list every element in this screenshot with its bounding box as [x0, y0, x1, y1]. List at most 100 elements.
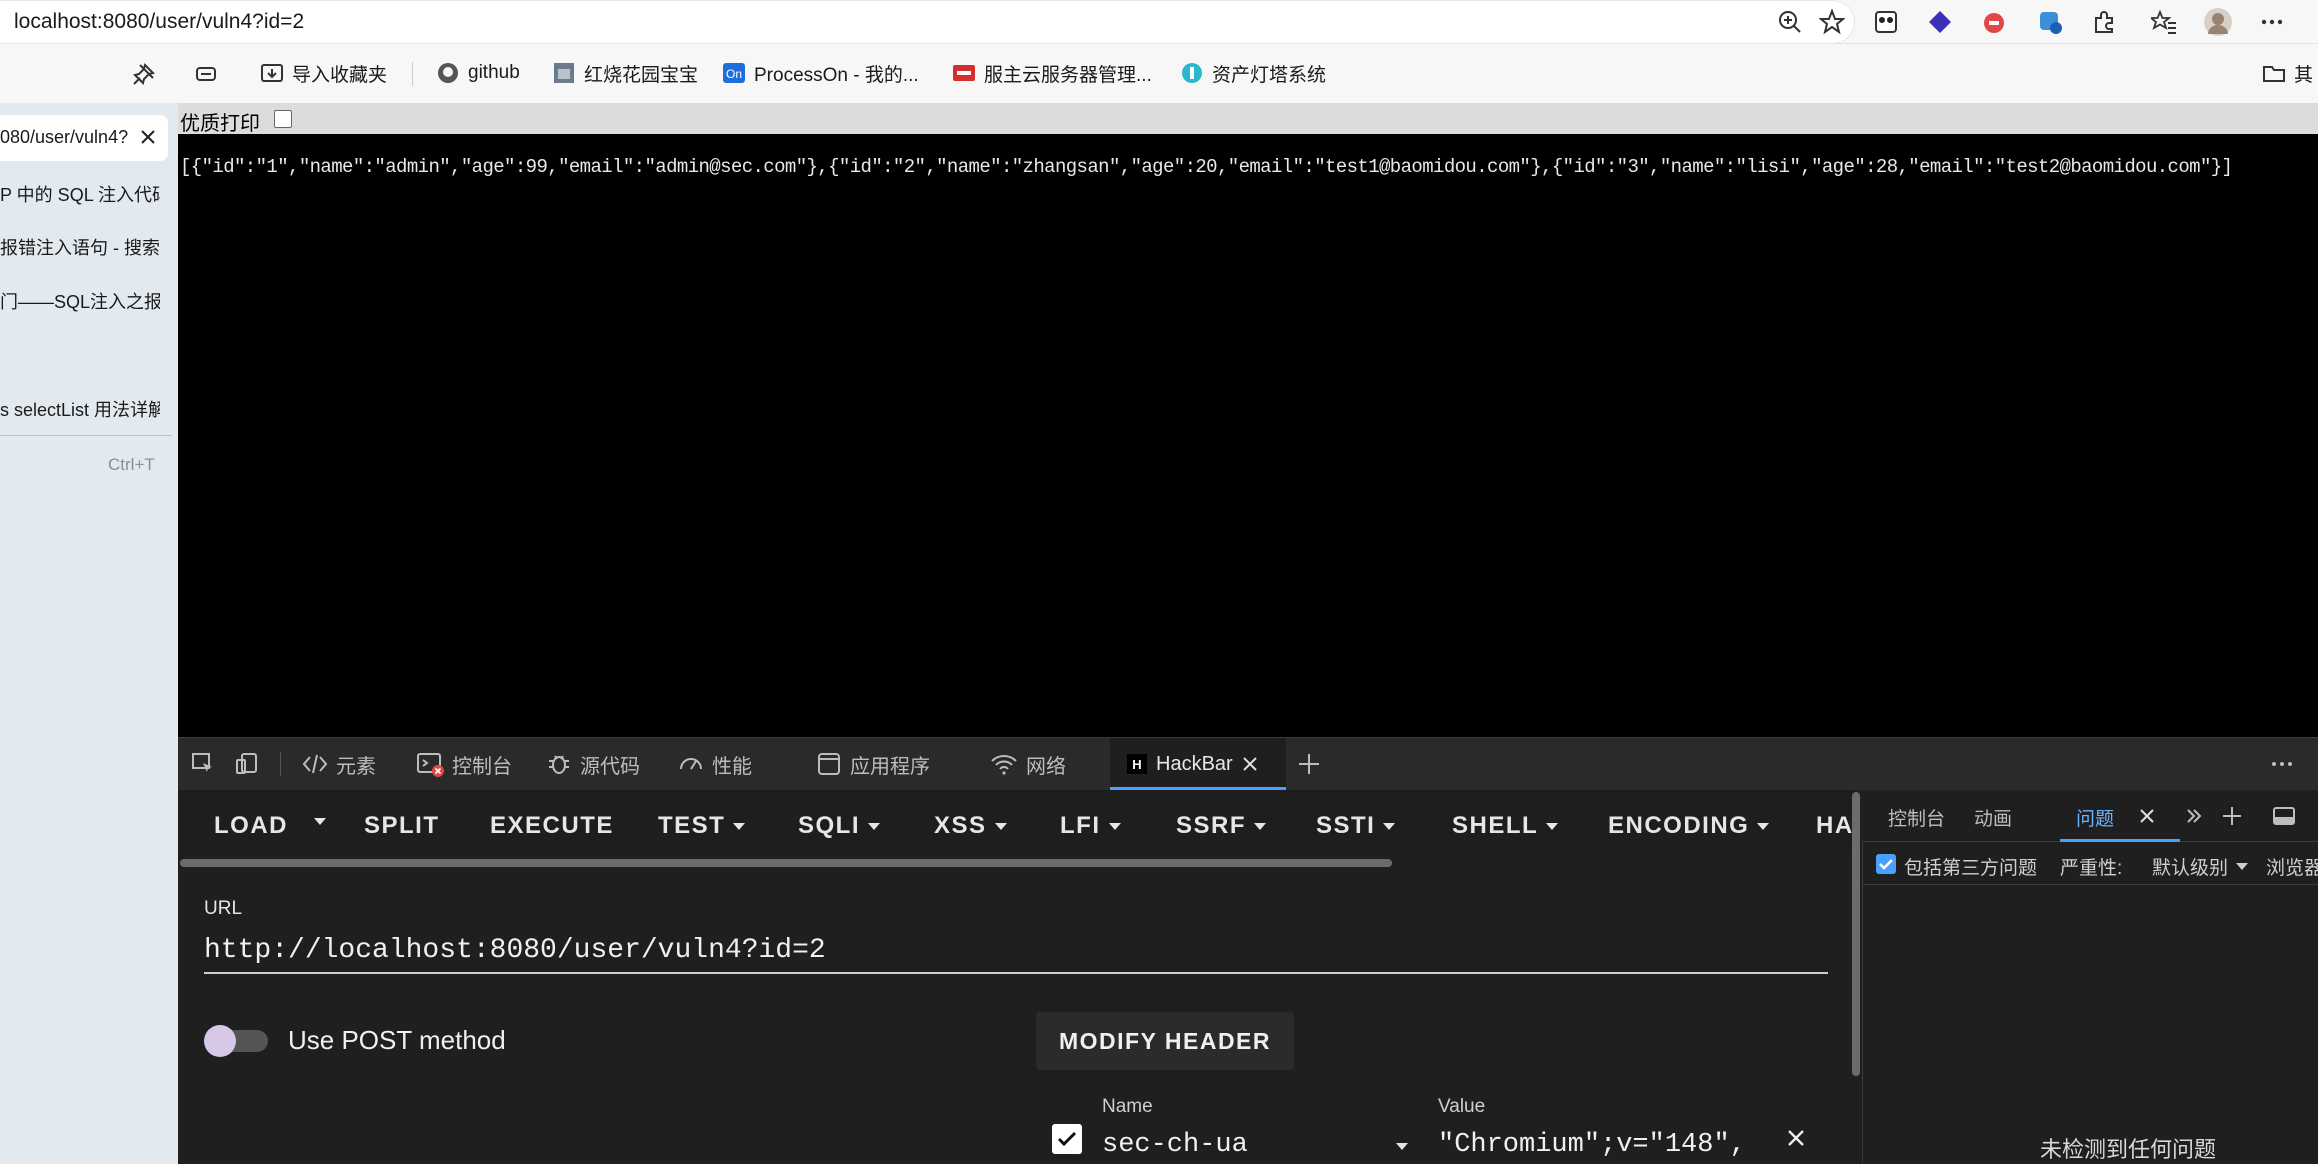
extension-badge-icon[interactable]	[2034, 6, 2066, 38]
horizontal-scrollbar[interactable]	[180, 859, 1392, 867]
zoom-icon[interactable]	[1774, 6, 1806, 38]
favorites-list-icon[interactable]	[2148, 6, 2180, 38]
ssti-menu[interactable]: SSTI	[1316, 812, 1396, 840]
tab-performance[interactable]: 性能	[678, 738, 752, 790]
favorite-star-icon[interactable]	[1816, 6, 1848, 38]
browser-filter-label[interactable]: 浏览器	[2266, 853, 2318, 880]
shell-menu[interactable]: SHELL	[1452, 812, 1559, 840]
pretty-print-checkbox[interactable]	[274, 110, 292, 128]
tab-network[interactable]: 网络	[990, 738, 1066, 790]
bookmark-label: 服主云服务器管理...	[984, 64, 1152, 86]
close-issues-tab-icon[interactable]	[2138, 807, 2156, 825]
tab-selectlist-usage[interactable]: s selectList 用法详解	[0, 396, 160, 422]
issues-filter-bar: 包括第三方问题 严重性: 默认级别 浏览器	[1862, 843, 2318, 885]
hash-menu[interactable]: HA	[1816, 812, 1854, 840]
load-button[interactable]: LOAD	[214, 812, 288, 840]
modify-header-button[interactable]: MODIFY HEADER	[1036, 1012, 1294, 1070]
menu-label: SPLIT	[364, 812, 440, 839]
extension-panda-icon[interactable]	[1870, 6, 1902, 38]
chevron-down-icon	[1757, 822, 1770, 830]
more-menu-icon[interactable]	[2256, 6, 2288, 38]
menu-label: SSTI	[1316, 812, 1376, 839]
bookmark-github[interactable]: github	[436, 58, 520, 88]
severity-select[interactable]: 默认级别	[2152, 853, 2249, 880]
include-third-party-checkbox[interactable]	[1876, 854, 1896, 874]
tab-hackbar[interactable]: H HackBar	[1110, 738, 1286, 790]
bookmark-label: 红烧花园宝宝	[584, 64, 699, 86]
menu-label: EXECUTE	[490, 812, 614, 839]
bookmark-processon[interactable]: On ProcessOn - 我的...	[722, 58, 919, 88]
tab-title: 080/user/vuln4?id	[0, 127, 128, 147]
header-name-field[interactable]: sec-ch-ua	[1102, 1130, 1248, 1160]
json-response: [{"id":"1","name":"admin","age":99,"emai…	[180, 156, 2233, 178]
sources-icon	[546, 751, 572, 777]
sqli-menu[interactable]: SQLI	[798, 812, 881, 840]
close-tab-icon[interactable]	[138, 127, 158, 147]
bookmark-hongshao[interactable]: 红烧花园宝宝	[552, 58, 698, 88]
url-text[interactable]: localhost:8080/user/vuln4?id=2	[14, 10, 304, 34]
tab-label: 元素	[336, 755, 376, 778]
header-value-field[interactable]: "Chromium";v="148",	[1438, 1130, 1746, 1160]
header-enabled-checkbox[interactable]	[1052, 1124, 1082, 1154]
devtools-more-icon[interactable]	[2270, 738, 2294, 790]
tab-error-injection-search[interactable]: 报错注入语句 - 搜索	[0, 234, 160, 260]
bookmark-other-folder[interactable]: 其	[2262, 58, 2313, 88]
ssrf-menu[interactable]: SSRF	[1176, 812, 1267, 840]
add-drawer-tab-icon[interactable]	[2220, 804, 2244, 828]
tab-sql-injection-intro[interactable]: 门——SQL注入之报	[0, 288, 160, 314]
execute-button[interactable]: EXECUTE	[490, 812, 614, 840]
tab-label: 网络	[1026, 755, 1066, 778]
device-emulation-icon[interactable]	[234, 738, 260, 790]
post-method-toggle-knob[interactable]	[204, 1025, 236, 1057]
new-tab-shortcut[interactable]: Ctrl+T	[108, 455, 155, 475]
inspect-element-icon[interactable]	[190, 738, 216, 790]
bookmark-lighthouse[interactable]: 资产灯塔系统	[1180, 58, 1326, 88]
split-button[interactable]: SPLIT	[364, 812, 440, 840]
drawer-tab-console[interactable]: 控制台	[1888, 804, 1945, 831]
test-menu[interactable]: TEST	[658, 812, 746, 840]
remove-header-icon[interactable]	[1784, 1126, 1812, 1154]
tab-elements[interactable]: 元素	[302, 738, 376, 790]
address-bar[interactable]: localhost:8080/user/vuln4?id=2	[0, 0, 1855, 44]
console-icon	[416, 751, 444, 777]
xss-menu[interactable]: XSS	[934, 812, 1007, 840]
bookmark-label: github	[468, 62, 520, 83]
encoding-menu[interactable]: ENCODING	[1608, 812, 1770, 840]
more-tabs-icon[interactable]	[2184, 806, 2204, 826]
svg-text:H: H	[1132, 757, 1141, 772]
checkmark-icon	[1057, 1131, 1077, 1147]
tab-sql-injection-code[interactable]: P 中的 SQL 注入代码	[0, 181, 160, 207]
github-icon	[436, 61, 460, 85]
profile-avatar[interactable]	[2202, 6, 2234, 38]
drawer-tab-issues[interactable]: 问题	[2060, 790, 2180, 842]
bookmark-server[interactable]: 服主云服务器管理...	[952, 58, 1152, 88]
drawer-tab-animations[interactable]: 动画	[1974, 804, 2012, 831]
load-dropdown-caret[interactable]	[314, 818, 326, 825]
svg-text:On: On	[726, 67, 742, 81]
tabbar-separator	[280, 752, 281, 776]
dock-drawer-icon[interactable]	[2272, 804, 2296, 828]
url-input[interactable]	[204, 928, 1828, 974]
tab-active-vuln4[interactable]: 080/user/vuln4?id	[0, 115, 168, 161]
tab-actions-icon[interactable]	[190, 58, 222, 90]
lfi-menu[interactable]: LFI	[1060, 812, 1121, 840]
active-tab-underline	[2060, 839, 2180, 842]
url-label: URL	[204, 898, 243, 919]
add-tool-icon[interactable]	[1296, 738, 1322, 790]
vertical-scrollbar[interactable]	[1852, 792, 1860, 1076]
bookmark-import-favorites[interactable]: 导入收藏夹	[260, 58, 387, 88]
hackbar-icon: H	[1126, 753, 1148, 775]
close-hackbar-tab-icon[interactable]	[1241, 755, 1259, 773]
tab-console[interactable]: 控制台	[416, 738, 512, 790]
unpin-icon[interactable]	[128, 58, 160, 90]
extension-diamond-icon[interactable]	[1924, 6, 1956, 38]
extensions-puzzle-icon[interactable]	[2088, 6, 2120, 38]
extension-red-icon[interactable]	[1978, 6, 2010, 38]
tab-label: 性能	[712, 755, 752, 778]
tab-application[interactable]: 应用程序	[816, 738, 930, 790]
bookmark-label: 资产灯塔系统	[1212, 64, 1327, 86]
header-name-dropdown-icon[interactable]	[1396, 1143, 1408, 1150]
chevron-down-icon	[1108, 822, 1121, 830]
menu-label: LFI	[1060, 812, 1101, 839]
tab-sources[interactable]: 源代码	[546, 738, 640, 790]
